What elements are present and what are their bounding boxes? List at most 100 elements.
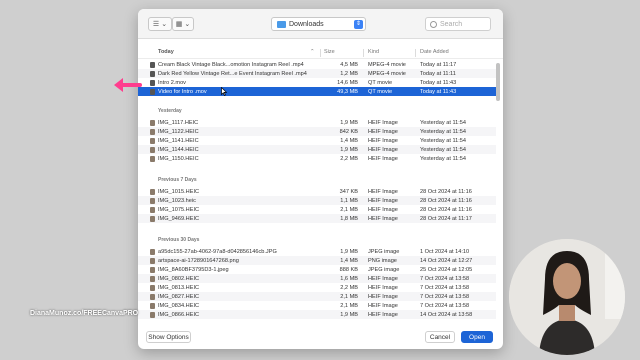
show-options-button[interactable]: Show Options [146,331,191,343]
column-size[interactable]: Size [324,49,335,55]
file-name: a95dc155-27ab-4062-97a8-d042856146cb.JPG [158,248,277,255]
file-date-added: 14 Oct 2024 at 13:58 [420,311,473,318]
open-button[interactable]: Open [461,331,493,343]
file-kind: QT movie [368,79,393,86]
open-file-dialog: ☰ ⌄ ▦ ⌄ Downloads ⇕ Search Today ⌃ Size Ki… [138,9,503,349]
file-date-added: 28 Oct 2024 at 11:16 [420,206,472,213]
file-row[interactable]: IMG_1075.HEIC 2,1 MB HEIF Image 28 Oct 2024… [138,205,496,214]
file-icon [150,79,155,86]
chevron-down-icon: ⌄ [161,21,168,28]
file-row[interactable]: IMG_0834.HEIC 2,1 MB HEIF Image 7 Oct 2024 … [138,301,496,310]
file-size: 2,1 MB [340,206,358,213]
file-row[interactable]: IMG_0866.HEIC 1,9 MB HEIF Image 14 Oct 2024… [138,310,496,319]
cancel-button[interactable]: Cancel [425,331,455,343]
view-list-button[interactable]: ☰ ⌄ [148,17,172,31]
file-name: IMG_1144.HEIC [158,146,199,153]
file-size: 4,5 MB [340,61,358,68]
file-icon [150,197,155,204]
file-size: 1,9 MB [340,248,358,255]
webcam-overlay [509,239,625,355]
column-kind[interactable]: Kind [368,49,379,55]
file-row[interactable]: Dark Red Yellow Vintage Ret...e Event In… [138,69,496,78]
column-date-added[interactable]: Date Added [420,49,449,55]
file-icon [150,119,155,126]
file-size: 1,9 MB [340,311,358,318]
file-row[interactable]: IMG_1117.HEIC 1,9 MB HEIF Image Yesterday a… [138,118,496,127]
file-icon [150,88,155,95]
file-kind: QT movie [368,88,393,95]
file-size: 1,1 MB [340,197,358,204]
file-size: 49,3 MB [337,88,358,95]
scrollbar[interactable] [496,61,500,329]
file-size: 1,4 MB [340,257,358,264]
file-date-added: 7 Oct 2024 at 13:58 [420,293,470,300]
file-size: 842 KB [339,128,358,135]
file-name: Video for Intro .mov [158,88,207,95]
file-kind: HEIF Image [368,155,398,162]
file-icon [150,155,155,162]
file-date-added: Yesterday at 11:54 [420,128,467,135]
location-dropdown[interactable]: Downloads ⇕ [271,17,366,31]
file-kind: HEIF Image [368,311,398,318]
file-name: IMG_1122.HEIC [158,128,199,135]
chevron-updown-icon: ⇕ [354,20,363,29]
file-date-added: Today at 11:43 [420,79,457,86]
file-icon [150,137,155,144]
file-size: 2,2 MB [340,155,358,162]
file-row[interactable]: a95dc155-27ab-4062-97a8-d042856146cb.JPG… [138,247,496,256]
file-row[interactable]: IMG_1141.HEIC 1,4 MB HEIF Image Yesterday a… [138,136,496,145]
file-size: 1,9 MB [340,146,358,153]
file-icon [150,311,155,318]
mouse-cursor-icon [221,87,227,96]
file-date-added: 28 Oct 2024 at 11:17 [420,215,472,222]
file-date-added: 1 Oct 2024 at 14:10 [420,248,470,255]
search-field[interactable]: Search [425,17,491,31]
file-size: 888 KB [339,266,358,273]
file-icon [150,146,155,153]
file-row[interactable]: IMG_0827.HEIC 2,1 MB HEIF Image 7 Oct 2024 … [138,292,496,301]
file-row[interactable]: IMG_1015.HEIC 347 KB HEIF Image 28 Oct 2024… [138,187,496,196]
file-kind: HEIF Image [368,284,398,291]
file-row[interactable]: Intro 2.mov 14,6 MB QT movie Today at 11:43 [138,78,496,87]
file-kind: HEIF Image [368,137,398,144]
file-kind: HEIF Image [368,188,398,195]
file-date-added: Yesterday at 11:54 [420,119,467,126]
file-row[interactable]: IMG_1150.HEIC 2,2 MB HEIF Image Yesterday a… [138,154,496,163]
file-icon [150,188,155,195]
file-kind: JPEG image [368,248,400,255]
file-icon [150,293,155,300]
file-row[interactable]: IMG_1023.heic 1,1 MB HEIF Image 28 Oct 2024… [138,196,496,205]
file-name: Dark Red Yellow Vintage Ret...e Event In… [158,70,307,77]
file-name: IMG_9469.HEIC [158,215,200,222]
file-row[interactable]: artspace-ai-1728901647268.png 1,4 MB PNG i… [138,256,496,265]
file-row[interactable]: IMG_0802.HEIC 1,6 MB HEIF Image 7 Oct 2024 … [138,274,496,283]
file-size: 2,2 MB [340,284,358,291]
file-size: 1,2 MB [340,70,358,77]
file-icon [150,128,155,135]
file-name: IMG_0834.HEIC [158,302,200,309]
file-kind: HEIF Image [368,215,398,222]
file-row[interactable]: IMG_1122.HEIC 842 KB HEIF Image Yesterday a… [138,127,496,136]
file-row[interactable]: IMG_8A60BF3795D3-1.jpeg 888 KB JPEG image 2… [138,265,496,274]
column-name[interactable]: Today [158,49,174,55]
file-kind: HEIF Image [368,119,398,126]
file-kind: HEIF Image [368,146,398,153]
file-date-added: Yesterday at 11:54 [420,155,467,162]
list-view-icon: ☰ [152,21,160,28]
file-row[interactable]: IMG_9469.HEIC 1,8 MB HEIF Image 28 Oct 2024… [138,214,496,223]
file-name: IMG_0813.HEIC [158,284,200,291]
presenter-video [509,239,625,355]
file-name: IMG_1141.HEIC [158,137,199,144]
file-row[interactable]: Video for Intro .mov 49,3 MB QT movie Today… [138,87,496,96]
file-name: IMG_8A60BF3795D3-1.jpeg [158,266,229,273]
folder-icon [277,20,286,28]
view-grid-button[interactable]: ▦ ⌄ [172,17,194,31]
file-row[interactable]: IMG_1144.HEIC 1,9 MB HEIF Image Yesterday a… [138,145,496,154]
chevron-down-icon: ⌄ [184,21,191,28]
file-row[interactable]: IMG_0813.HEIC 2,2 MB HEIF Image 7 Oct 2024 … [138,283,496,292]
file-row[interactable]: Cream Black Vintage Black...omotion Inst… [138,60,496,69]
file-size: 2,1 MB [340,302,358,309]
scrollbar-thumb[interactable] [496,63,500,101]
dialog-toolbar: ☰ ⌄ ▦ ⌄ Downloads ⇕ Search [138,9,503,39]
file-name: Intro 2.mov [158,79,186,86]
